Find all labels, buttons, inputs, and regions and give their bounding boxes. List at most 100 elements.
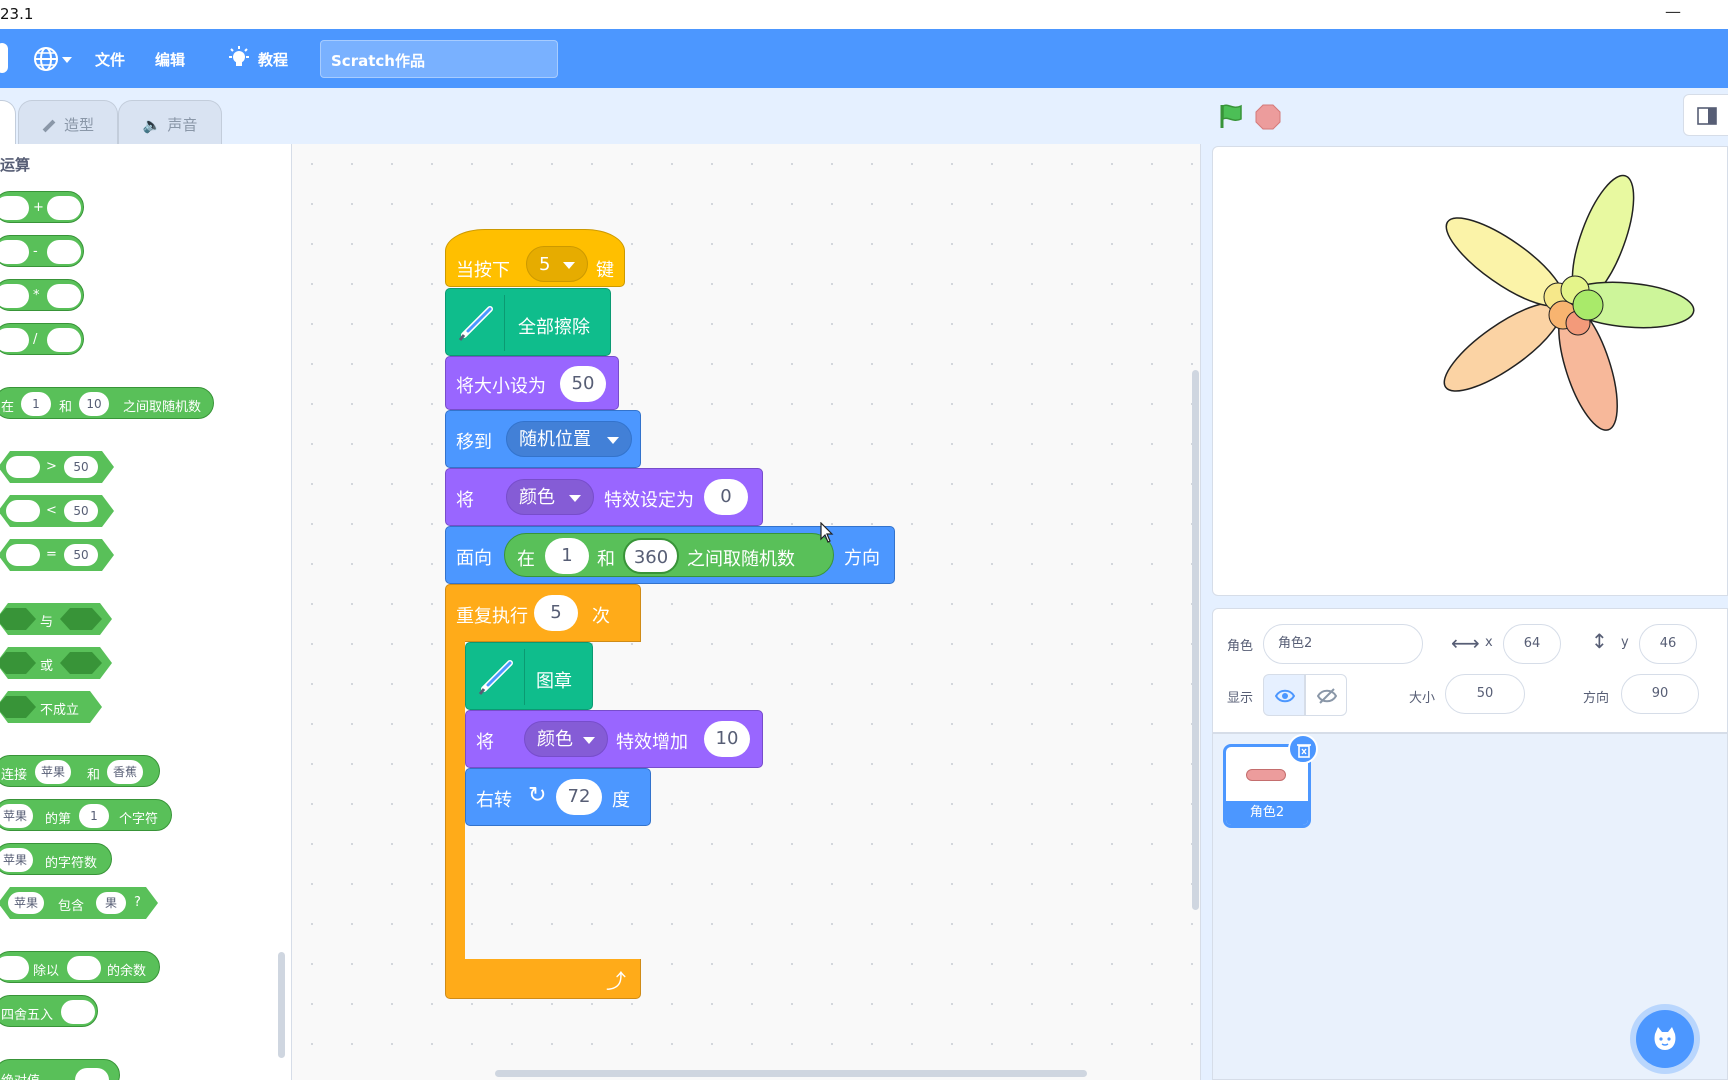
slot[interactable] [6, 500, 40, 522]
slot[interactable] [0, 284, 29, 308]
block-mod[interactable]: 除以 的余数 [0, 951, 160, 983]
bool-slot[interactable] [0, 652, 36, 674]
turn-right-block[interactable]: 右转 ↻ 72 度 [465, 768, 651, 826]
number-slot[interactable]: 50 [64, 544, 98, 566]
minimize-button[interactable]: — [1665, 2, 1681, 21]
tab-code[interactable] [0, 100, 16, 144]
random-from-input[interactable]: 1 [545, 538, 589, 574]
canvas-horizontal-scrollbar[interactable] [495, 1070, 1087, 1077]
language-globe-icon[interactable] [32, 45, 60, 73]
slot[interactable] [61, 1000, 95, 1024]
block-multiply[interactable]: * [0, 279, 84, 311]
number-slot[interactable]: 10 [79, 392, 109, 416]
code-canvas[interactable]: 当按下 5 键 全部擦除 将大小设为 50 移到 随机位置 将 颜色 特效设定为… [292, 144, 1470, 1080]
block-abs[interactable]: 绝对值 [0, 1059, 120, 1080]
block-and[interactable]: 与 [0, 603, 112, 635]
small-stage-button[interactable] [1683, 94, 1728, 136]
block-length-of[interactable]: 苹果 的字符数 [0, 843, 112, 875]
menu-edit[interactable]: 编辑 [155, 49, 185, 70]
block-random[interactable]: 在 1 和 10 之间取随机数 [0, 387, 214, 419]
stage[interactable] [1212, 146, 1728, 596]
sprite-name-input[interactable]: 角色2 [1263, 624, 1423, 664]
block-less[interactable]: < 50 [0, 495, 114, 527]
turn-degrees-input[interactable]: 72 [556, 779, 602, 815]
menu-file[interactable]: 文件 [95, 49, 125, 70]
y-input[interactable]: 46 [1639, 624, 1697, 664]
palette-scrollbar[interactable] [278, 952, 285, 1058]
repeat-block[interactable]: 重复执行 5 次 [445, 584, 641, 642]
direction-field[interactable]: 90 [1621, 674, 1699, 714]
slot[interactable] [47, 240, 81, 264]
block-join[interactable]: 连接 苹果 和 香蕉 [0, 755, 160, 787]
set-effect-block[interactable]: 将 颜色 特效设定为 0 [445, 468, 763, 526]
bool-slot[interactable] [0, 608, 36, 630]
number-slot[interactable]: 50 [64, 456, 98, 478]
bool-slot[interactable] [60, 608, 102, 630]
random-to-input[interactable]: 360 [623, 538, 679, 574]
stop-icon[interactable] [1255, 104, 1281, 130]
add-sprite-button[interactable] [1636, 1010, 1694, 1068]
tab-costumes[interactable]: 造型 [18, 100, 118, 144]
pick-random-reporter[interactable]: 在 1 和 360 之间取随机数 [504, 533, 834, 577]
green-flag-icon[interactable] [1217, 102, 1245, 130]
slot[interactable] [47, 328, 81, 352]
block-not[interactable]: 不成立 [0, 691, 102, 723]
number-slot[interactable]: 50 [64, 500, 98, 522]
text-slot[interactable]: 苹果 [0, 804, 34, 828]
slot[interactable] [47, 196, 81, 220]
show-sprite-button[interactable] [1263, 674, 1305, 716]
effect-dropdown[interactable]: 颜色 [524, 721, 608, 757]
block-or[interactable]: 或 [0, 647, 112, 679]
x-input[interactable]: 64 [1503, 624, 1561, 664]
menu-tutorials[interactable]: 教程 [258, 49, 288, 70]
text-slot[interactable]: 苹果 [0, 848, 34, 872]
number-slot[interactable]: 1 [79, 804, 109, 828]
text-slot[interactable]: 香蕉 [107, 760, 144, 784]
slot[interactable] [6, 544, 40, 566]
block-round[interactable]: 四舍五入 [0, 995, 98, 1027]
canvas-vertical-scrollbar[interactable] [1192, 370, 1199, 910]
block-letter-of[interactable]: 苹果 的第 1 个字符 [0, 799, 172, 831]
bool-slot[interactable] [0, 696, 36, 718]
go-to-block[interactable]: 移到 随机位置 [445, 410, 641, 468]
stamp-block[interactable]: 图章 [465, 642, 593, 710]
size-field[interactable]: 50 [1445, 674, 1525, 714]
tab-sounds[interactable]: 🔈 声音 [118, 100, 222, 144]
text-slot[interactable]: 苹果 [8, 892, 44, 914]
slot[interactable] [75, 1068, 109, 1080]
erase-all-block[interactable]: 全部擦除 [445, 288, 611, 356]
slot[interactable] [0, 240, 29, 264]
slot[interactable] [0, 196, 29, 220]
text-slot[interactable]: 苹果 [35, 760, 72, 784]
slot[interactable] [47, 284, 81, 308]
slot[interactable] [0, 328, 29, 352]
lightbulb-icon[interactable] [227, 46, 251, 70]
effect-value-input[interactable]: 0 [704, 479, 748, 515]
bool-slot[interactable] [60, 652, 102, 674]
block-add[interactable]: + [0, 191, 84, 223]
delete-sprite-button[interactable] [1288, 734, 1318, 764]
effect-change-input[interactable]: 10 [704, 721, 750, 757]
slot[interactable] [67, 956, 101, 980]
block-divide[interactable]: / [0, 323, 84, 355]
hide-sprite-button[interactable] [1305, 674, 1347, 716]
when-key-pressed-block[interactable]: 当按下 5 键 [445, 229, 625, 287]
language-caret-icon[interactable] [62, 57, 72, 63]
slot[interactable] [6, 456, 40, 478]
key-dropdown[interactable]: 5 [526, 246, 588, 282]
block-greater[interactable]: > 50 [0, 451, 114, 483]
block-subtract[interactable]: - [0, 235, 84, 267]
change-effect-block[interactable]: 将 颜色 特效增加 10 [465, 710, 763, 768]
scratch-logo[interactable] [0, 43, 8, 73]
block-equal[interactable]: = 50 [0, 539, 114, 571]
block-contains[interactable]: 苹果 包含 果 ? [0, 887, 158, 919]
effect-dropdown[interactable]: 颜色 [506, 479, 594, 515]
size-input[interactable]: 50 [560, 366, 606, 402]
slot[interactable] [0, 956, 29, 980]
set-size-block[interactable]: 将大小设为 50 [445, 356, 619, 410]
text-slot[interactable]: 果 [96, 892, 126, 914]
repeat-count-input[interactable]: 5 [534, 595, 578, 631]
goto-target-dropdown[interactable]: 随机位置 [506, 421, 632, 457]
number-slot[interactable]: 1 [21, 392, 51, 416]
project-title-input[interactable]: Scratch作品 [320, 40, 558, 78]
